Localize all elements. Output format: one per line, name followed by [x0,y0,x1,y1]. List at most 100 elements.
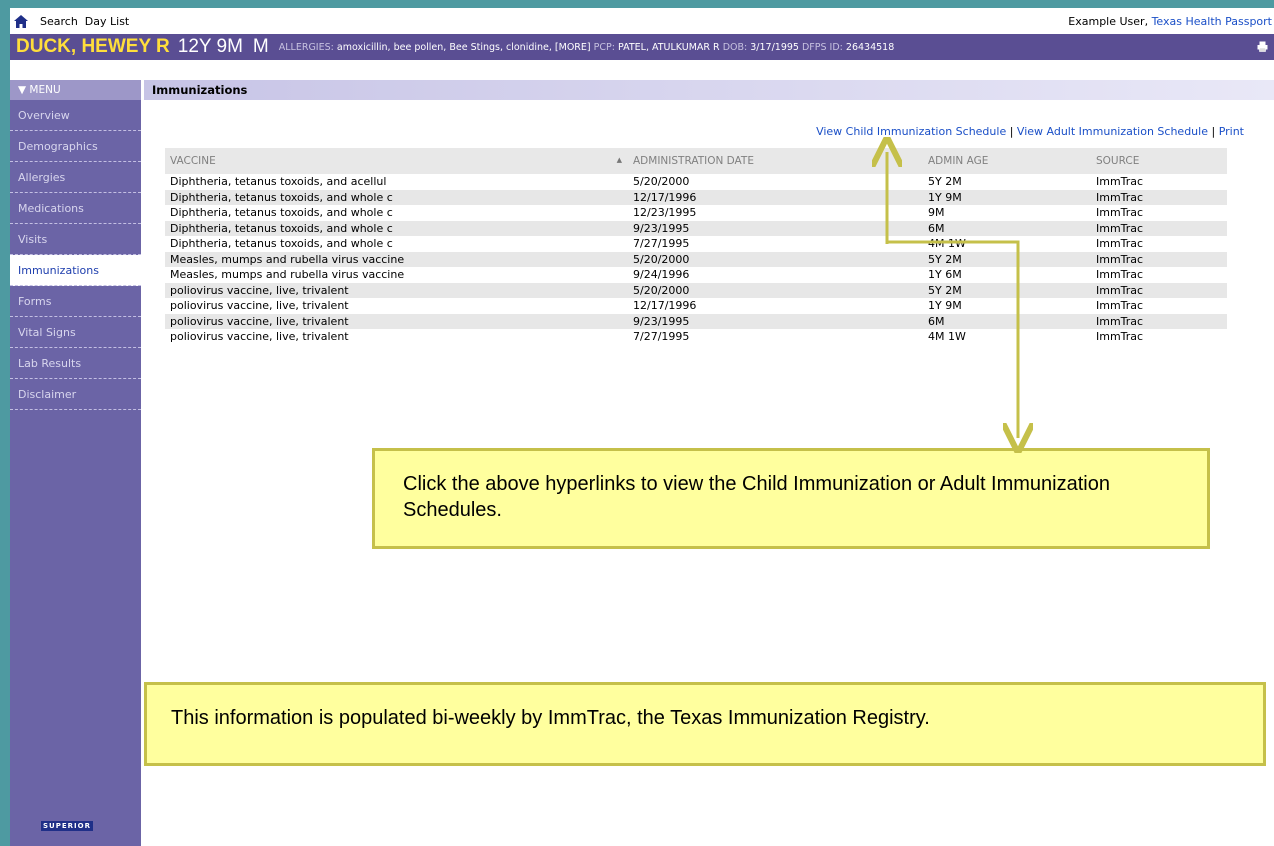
patient-name: DUCK, HEWEY R [16,36,170,57]
table-row: poliovirus vaccine, live, trivalent 7/27/… [165,329,1227,345]
allergies-label: ALLERGIES: [278,41,334,53]
source-cell: ImmTrac [1096,206,1144,220]
hyperlinks-callout: Click the above hyperlinks to view the C… [372,448,1210,549]
vaccine-cell: Diphtheria, tetanus toxoids, and whole c [170,237,393,251]
sidebar-item-immunizations[interactable]: Immunizations [10,255,141,286]
administration-date-cell: 5/20/2000 [633,175,690,189]
sidebar-menu: Overview Demographics Allergies Medicati… [10,100,141,846]
administration-date-cell: 9/23/1995 [628,313,923,329]
source-cell: ImmTrac [1091,282,1227,298]
administration-date-cell: 12/17/1996 [628,189,923,205]
vaccine-cell: poliovirus vaccine, live, trivalent [165,313,628,329]
patient-banner: DUCK, HEWEY R 12Y 9M M ALLERGIES: amoxic… [10,34,1274,60]
admin-age-cell: 6M [923,313,1091,329]
sort-ascending-icon[interactable]: ▲ [617,156,622,164]
table-row: poliovirus vaccine, live, trivalent 9/23/… [165,313,1227,329]
print-link[interactable]: Print [1219,125,1244,138]
source-cell: ImmTrac [1091,189,1227,205]
window-left-frame [0,0,10,846]
org-link[interactable]: Texas Health Passport [1152,15,1272,28]
schedule-links: View Child Immunization Schedule | View … [816,125,1244,138]
table-row: Diphtheria, tetanus toxoids, and whole c… [165,220,1227,236]
user-info: Example User, Texas Health Passport [1068,15,1272,28]
table-row: Diphtheria, tetanus toxoids, and acellul… [165,174,1227,190]
admin-age-cell: 5Y 2M [923,282,1091,298]
vaccine-cell: poliovirus vaccine, live, trivalent [170,299,349,313]
home-icon[interactable] [12,12,30,30]
dfps-value: 26434518 [845,41,895,53]
sidebar-item-demographics[interactable]: Demographics [10,131,141,162]
logo-text: SUPERIOR [41,821,93,831]
vaccine-cell: Diphtheria, tetanus toxoids, and whole c [165,220,628,236]
dob-label: DOB: [722,41,748,53]
pcp-label: PCP: [593,41,615,53]
source-cell: ImmTrac [1096,237,1144,251]
patient-details: ALLERGIES: amoxicillin, bee pollen, Bee … [279,42,895,53]
admin-age-cell: 5Y 2M [928,175,962,189]
table-row: Measles, mumps and rubella virus vaccine… [165,251,1227,267]
column-header-admin-age[interactable]: ADMIN AGE [923,148,1091,174]
admin-age-cell: 1Y 6M [928,268,962,282]
admin-age-cell: 9M [928,206,945,220]
administration-date-cell: 12/17/1996 [633,299,697,313]
vaccine-cell: Diphtheria, tetanus toxoids, and whole c [165,189,628,205]
administration-date-cell: 12/23/1995 [633,206,697,220]
table-row: poliovirus vaccine, live, trivalent 12/17… [165,298,1227,314]
sidebar-item-allergies[interactable]: Allergies [10,162,141,193]
source-cell: ImmTrac [1091,220,1227,236]
administration-date-cell: 7/27/1995 [633,237,690,251]
search-link[interactable]: Search [40,15,78,28]
sidebar-item-visits[interactable]: Visits [10,224,141,255]
administration-date-cell: 5/20/2000 [628,251,923,267]
source-cell: ImmTrac [1096,299,1144,313]
table-row: poliovirus vaccine, live, trivalent 5/20/… [165,282,1227,298]
vaccine-cell: Measles, mumps and rubella virus vaccine [170,268,405,282]
day-list-link[interactable]: Day List [85,15,129,28]
window-top-frame [0,0,1274,8]
vaccine-cell: poliovirus vaccine, live, trivalent [170,330,349,344]
sidebar-item-medications[interactable]: Medications [10,193,141,224]
superior-logo: SUPERIOR [39,816,93,836]
source-cell: ImmTrac [1096,175,1144,189]
vaccine-cell: Diphtheria, tetanus toxoids, and whole c [170,206,393,220]
section-title: Immunizations [144,80,1274,100]
column-header-vaccine[interactable]: VACCINE ▲ [165,148,628,174]
user-name: Example User, [1068,15,1149,28]
dfps-label: DFPS ID: [801,41,843,53]
admin-age-cell: 6M [923,220,1091,236]
administration-date-cell: 9/24/1996 [633,268,690,282]
admin-age-cell: 1Y 9M [923,189,1091,205]
table-row: Diphtheria, tetanus toxoids, and whole c… [165,205,1227,221]
vaccine-cell: Diphtheria, tetanus toxoids, and acellul [170,175,387,189]
source-cell: ImmTrac [1096,330,1144,344]
admin-age-cell: 4M 1W [928,330,966,344]
printer-icon[interactable] [1257,41,1268,55]
table-row: Diphtheria, tetanus toxoids, and whole c… [165,236,1227,252]
registry-callout: This information is populated bi-weekly … [144,682,1266,766]
menu-toggle[interactable]: ▼ MENU [10,80,141,100]
immunizations-table: VACCINE ▲ ADMINISTRATION DATE ADMIN AGE S… [165,148,1227,345]
patient-sex: M [252,36,269,57]
admin-age-cell: 4M 1W [928,237,966,251]
top-nav-bar: Search Day List Example User, Texas Heal… [10,8,1274,34]
administration-date-cell: 7/27/1995 [633,330,690,344]
table-row: Measles, mumps and rubella virus vaccine… [165,267,1227,283]
adult-schedule-link[interactable]: View Adult Immunization Schedule [1017,125,1208,138]
sidebar-item-lab-results[interactable]: Lab Results [10,348,141,379]
allergies-value[interactable]: amoxicillin, bee pollen, Bee Stings, clo… [337,42,591,53]
sidebar-item-forms[interactable]: Forms [10,286,141,317]
table-header-row: VACCINE ▲ ADMINISTRATION DATE ADMIN AGE S… [165,148,1227,174]
table-row: Diphtheria, tetanus toxoids, and whole c… [165,189,1227,205]
patient-age: 12Y 9M [177,36,243,57]
sidebar-item-vital-signs[interactable]: Vital Signs [10,317,141,348]
vaccine-cell: Measles, mumps and rubella virus vaccine [165,251,628,267]
child-schedule-link[interactable]: View Child Immunization Schedule [816,125,1006,138]
column-header-source[interactable]: SOURCE [1091,148,1227,174]
column-header-administration-date[interactable]: ADMINISTRATION DATE [628,148,923,174]
dob-value: 3/17/1995 [750,41,799,53]
sidebar-item-disclaimer[interactable]: Disclaimer [10,379,141,410]
source-cell: ImmTrac [1091,313,1227,329]
sidebar-item-overview[interactable]: Overview [10,100,141,131]
spacer [10,60,1274,80]
vaccine-cell: poliovirus vaccine, live, trivalent [165,282,628,298]
